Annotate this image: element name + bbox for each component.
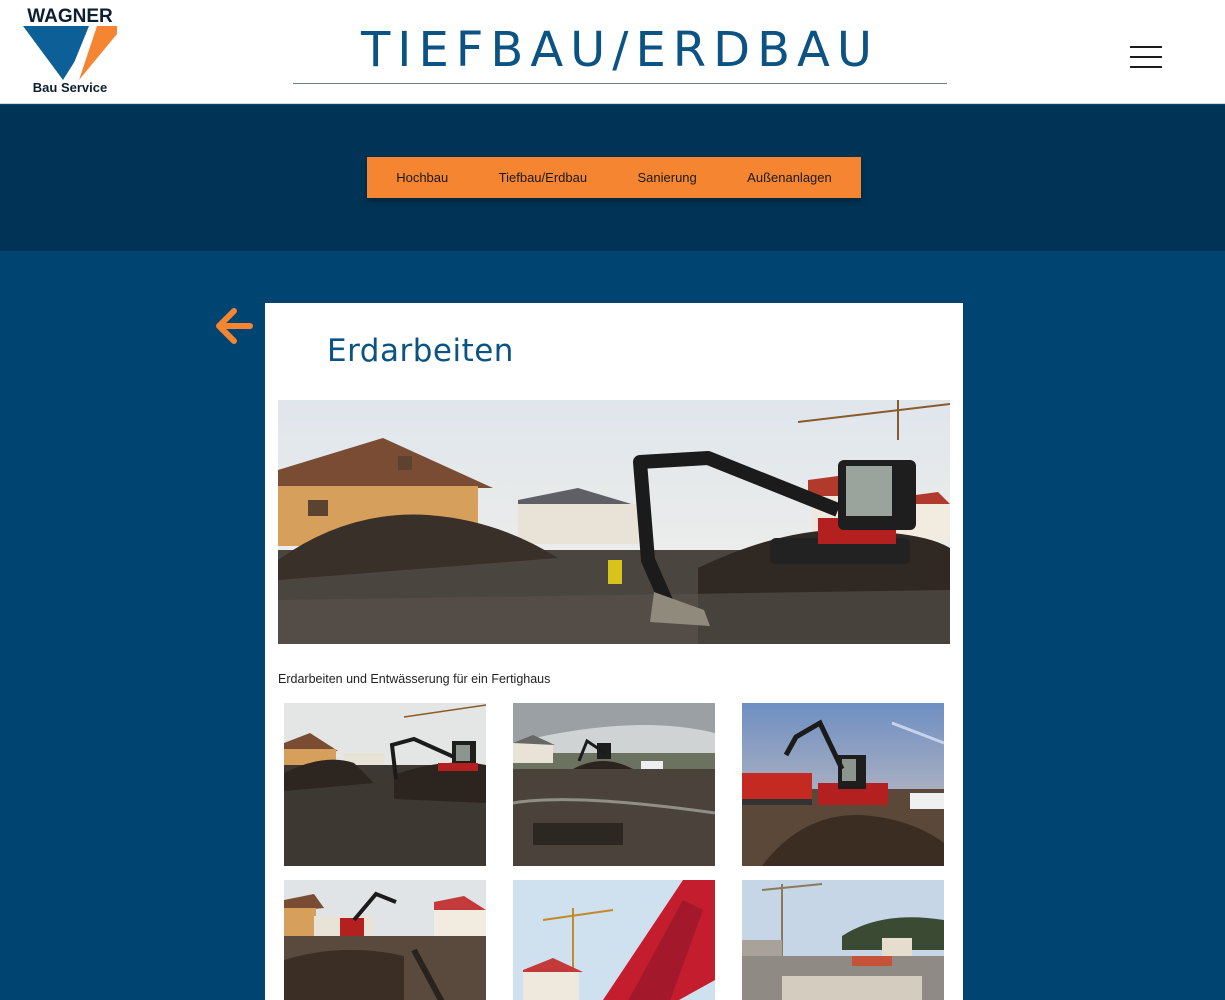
category-nav-band: Hochbau Tiefbau/Erdbau Sanierung Außenan… (0, 105, 1225, 251)
gallery-image-2[interactable] (513, 703, 715, 866)
nav-item-sanierung[interactable]: Sanierung (631, 166, 702, 189)
gallery-image-6[interactable] (742, 880, 944, 1000)
logo-subtitle: Bau Service (32, 80, 108, 95)
nav-item-hochbau[interactable]: Hochbau (390, 166, 454, 189)
project-caption: Erdarbeiten und Entwässerung für ein Fer… (278, 672, 551, 686)
gallery-image-4[interactable] (284, 880, 486, 1000)
category-nav: Hochbau Tiefbau/Erdbau Sanierung Außenan… (367, 157, 861, 198)
wagner-logo[interactable]: WAGNER Bau Service (22, 6, 118, 96)
site-header: WAGNER Bau Service TIEFBAU/ERDBAU (0, 0, 1225, 104)
gallery-image-1[interactable] (284, 703, 486, 866)
page-title: TIEFBAU/ERDBAU (360, 22, 880, 78)
project-card: Erdarbeiten Erdarbeiten und Entwässerung… (265, 303, 963, 1000)
hamburger-menu-icon[interactable] (1130, 46, 1164, 68)
nav-item-aussenanlagen[interactable]: Außenanlagen (741, 166, 838, 189)
logo-triangle-icon (23, 26, 117, 80)
logo-wordmark: WAGNER (27, 6, 113, 27)
project-title: Erdarbeiten (327, 333, 514, 369)
gallery-image-3[interactable] (742, 703, 944, 866)
nav-item-tiefbau-erdbau[interactable]: Tiefbau/Erdbau (493, 166, 593, 189)
gallery-image-5[interactable] (513, 880, 715, 1000)
title-underline (293, 83, 947, 84)
hero-image[interactable] (278, 400, 950, 644)
back-arrow-icon[interactable] (214, 307, 254, 345)
